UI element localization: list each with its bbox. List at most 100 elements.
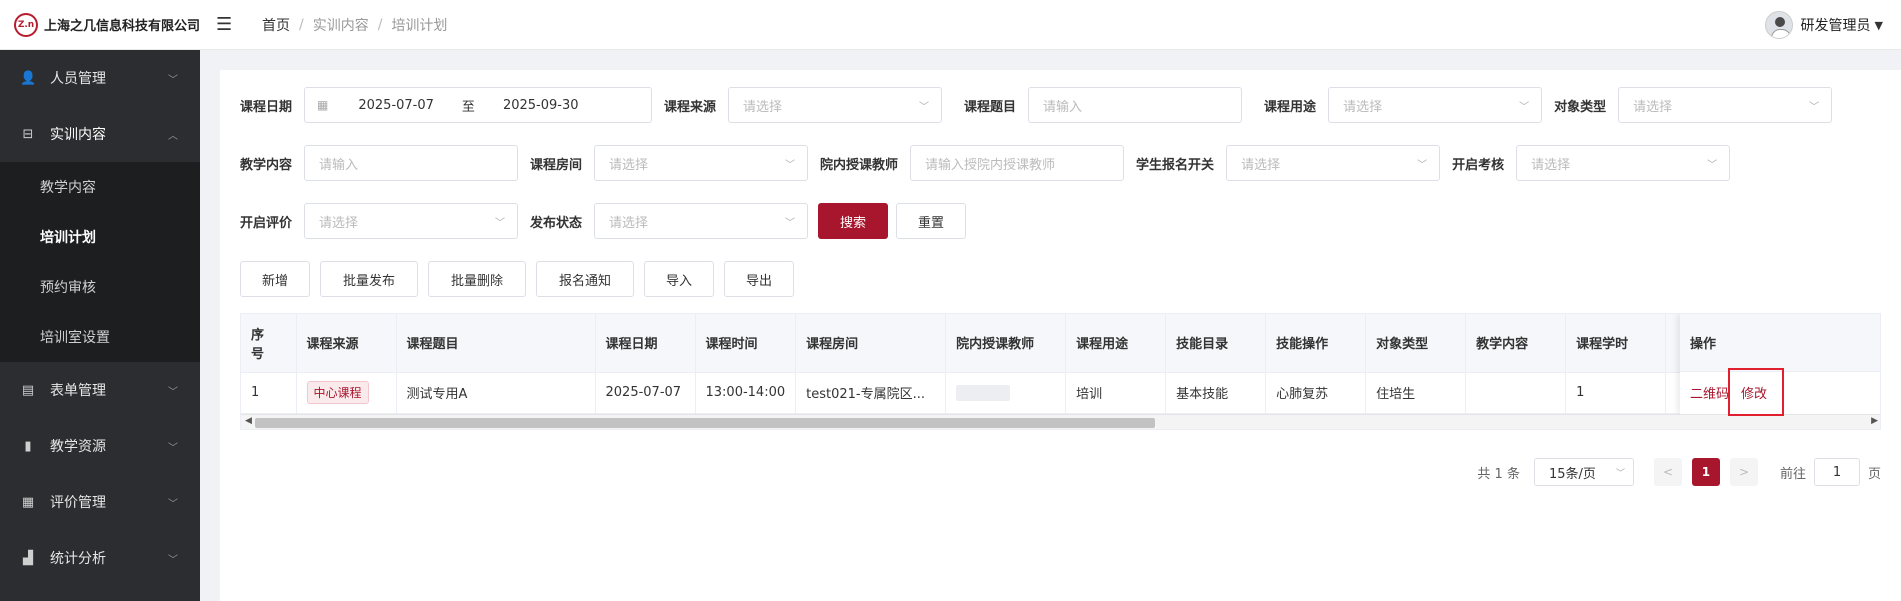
breadcrumb-separator: / <box>377 16 383 33</box>
sidebar-item-forms[interactable]: ▤ 表单管理 ﹀ <box>0 362 200 418</box>
chevron-up-icon: ︿ <box>168 130 178 142</box>
page-size-select[interactable]: 15条/页 ﹀ <box>1533 458 1634 486</box>
col-header-teacher: 院内授课教师 <box>945 314 1067 373</box>
sidebar-item-evaluation[interactable]: ▦ 评价管理 ﹀ <box>0 474 200 530</box>
cell-teacher <box>945 372 1067 414</box>
chart-icon: ▟ <box>23 550 33 566</box>
input-placeholder: 请输入授院内授课教师 <box>925 157 1056 173</box>
search-button[interactable]: 搜索 <box>818 203 889 239</box>
course-title-label: 课程题目 <box>964 99 1017 115</box>
teacher-input[interactable]: 请输入授院内授课教师 <box>910 145 1125 181</box>
sidebar-sub-teaching-content[interactable]: 教学内容 <box>0 162 200 212</box>
sidebar-item-training-content[interactable]: ⊟ 实训内容 ︿ <box>0 106 200 162</box>
total-count: 共 1 条 <box>1477 466 1520 482</box>
prev-page-button[interactable]: < <box>1653 458 1682 486</box>
export-button[interactable]: 导出 <box>724 261 794 297</box>
user-menu[interactable]: 研发管理员 ▼ <box>1764 11 1883 39</box>
cell-skill-dir: 基本技能 <box>1165 372 1267 414</box>
course-date-label: 课程日期 <box>240 99 293 115</box>
target-type-select[interactable]: 请选择 ﹀ <box>1618 87 1833 123</box>
top-header: Z.n 上海之几信息科技有限公司 ☰ 首页 / 实训内容 / 培训计划 研发管理… <box>0 0 1901 50</box>
date-start[interactable]: 2025-07-07 <box>358 98 434 113</box>
logo[interactable]: Z.n 上海之几信息科技有限公司 <box>0 12 200 37</box>
exam-switch-select[interactable]: 请选择 ﹀ <box>1516 145 1731 181</box>
teaching-content-label: 教学内容 <box>240 157 293 173</box>
edit-highlight-box <box>1728 368 1784 416</box>
breadcrumb-training-content[interactable]: 实训内容 <box>313 15 369 35</box>
signup-switch-select[interactable]: 请选择 ﹀ <box>1226 145 1441 181</box>
breadcrumb-home[interactable]: 首页 <box>262 15 290 35</box>
course-room-select[interactable]: 请选择 ﹀ <box>594 145 809 181</box>
caret-down-icon: ▼ <box>1874 18 1883 32</box>
batch-delete-button[interactable]: 批量删除 <box>428 261 526 297</box>
next-page-button[interactable]: > <box>1729 458 1758 486</box>
page-number-current[interactable]: 1 <box>1691 458 1720 486</box>
cell-room: test021-专属院区... <box>795 372 947 414</box>
scroll-left-icon[interactable]: ◀ <box>245 416 252 426</box>
sidebar-item-statistics[interactable]: ▟ 统计分析 ﹀ <box>0 530 200 586</box>
teaching-content-input[interactable]: 请输入 <box>304 145 519 181</box>
chevron-down-icon: ﹀ <box>168 554 178 566</box>
eval-switch-select[interactable]: 请选择 ﹀ <box>304 203 519 239</box>
scrollbar-thumb[interactable] <box>255 418 1155 428</box>
select-placeholder: 请选择 <box>1633 99 1673 115</box>
col-header-index: 序号 <box>241 314 297 373</box>
cell-content <box>1465 372 1567 414</box>
horizontal-scrollbar[interactable]: ◀ ▶ <box>241 414 1880 429</box>
sidebar-sub-room-settings[interactable]: 培训室设置 <box>0 312 200 362</box>
filter-row-2: 教学内容 请输入 课程房间 请选择 ﹀ 院内授课教师 请输入授院内授课教师 学生… <box>240 145 1731 181</box>
col-header-title: 课程题目 <box>396 314 596 373</box>
chevron-down-icon: ﹀ <box>1809 102 1820 113</box>
menu-toggle-icon[interactable]: ☰ <box>216 14 236 35</box>
filter-row-3: 开启评价 请选择 ﹀ 发布状态 请选择 ﹀ 搜索 重置 <box>240 203 967 239</box>
import-button[interactable]: 导入 <box>644 261 714 297</box>
signup-notice-button[interactable]: 报名通知 <box>536 261 634 297</box>
chevron-down-icon: ﹀ <box>785 160 796 171</box>
col-header-operation: 操作 <box>1680 314 1880 372</box>
course-date-range[interactable]: ▦ 2025-07-07 至 2025-09-30 <box>304 87 653 123</box>
course-purpose-label: 课程用途 <box>1264 99 1317 115</box>
cell-hours: 1 <box>1565 372 1667 414</box>
chevron-down-icon: ﹀ <box>495 218 506 229</box>
course-purpose-select[interactable]: 请选择 ﹀ <box>1328 87 1543 123</box>
course-title-input[interactable]: 请输入 <box>1028 87 1243 123</box>
reset-button[interactable]: 重置 <box>896 203 967 239</box>
chevron-down-icon: ﹀ <box>919 102 930 113</box>
publish-status-label: 发布状态 <box>530 215 583 231</box>
batch-publish-button[interactable]: 批量发布 <box>320 261 418 297</box>
select-placeholder: 请选择 <box>1343 99 1383 115</box>
cell-source: 中心课程 <box>296 372 397 414</box>
select-placeholder: 请选择 <box>1531 157 1571 173</box>
cell-purpose: 培训 <box>1065 372 1167 414</box>
sidebar-sub-booking-review[interactable]: 预约审核 <box>0 262 200 312</box>
goto-page-input[interactable]: 1 <box>1813 458 1860 486</box>
chevron-down-icon: ﹀ <box>168 442 178 454</box>
qrcode-link[interactable]: 二维码 <box>1690 383 1729 402</box>
user-name: 研发管理员 <box>1800 18 1871 34</box>
date-end[interactable]: 2025-09-30 <box>503 98 579 113</box>
user-icon: 👤 <box>20 70 37 86</box>
col-header-time: 课程时间 <box>695 314 797 373</box>
scroll-right-icon[interactable]: ▶ <box>1871 416 1878 426</box>
main-content: 课程日期 ▦ 2025-07-07 至 2025-09-30 课程来源 请选择 … <box>220 70 1901 601</box>
date-separator: 至 <box>461 99 475 115</box>
cell-index: 1 <box>241 372 297 414</box>
col-header-skill-op: 技能操作 <box>1265 314 1367 373</box>
col-header-skill-dir: 技能目录 <box>1165 314 1267 373</box>
chevron-down-icon: ﹀ <box>1519 102 1530 113</box>
input-placeholder: 请输入 <box>1043 99 1083 115</box>
col-header-room: 课程房间 <box>795 314 947 373</box>
sidebar-item-label: 人员管理 <box>50 71 106 87</box>
add-button[interactable]: 新增 <box>240 261 310 297</box>
filter-row-1: 课程日期 ▦ 2025-07-07 至 2025-09-30 课程来源 请选择 … <box>240 87 1833 123</box>
publish-status-select[interactable]: 请选择 ﹀ <box>594 203 809 239</box>
logo-mark-icon: Z.n <box>14 12 38 37</box>
col-header-target: 对象类型 <box>1365 314 1467 373</box>
course-source-select[interactable]: 请选择 ﹀ <box>728 87 943 123</box>
sidebar-item-personnel[interactable]: 👤 人员管理 ﹀ <box>0 50 200 106</box>
signup-switch-label: 学生报名开关 <box>1136 157 1215 173</box>
toolbar: 新增 批量发布 批量删除 报名通知 导入 导出 <box>240 261 794 297</box>
target-type-label: 对象类型 <box>1554 99 1607 115</box>
sidebar-item-resources[interactable]: ▮ 教学资源 ﹀ <box>0 418 200 474</box>
sidebar-sub-training-plan[interactable]: 培训计划 <box>0 212 200 262</box>
